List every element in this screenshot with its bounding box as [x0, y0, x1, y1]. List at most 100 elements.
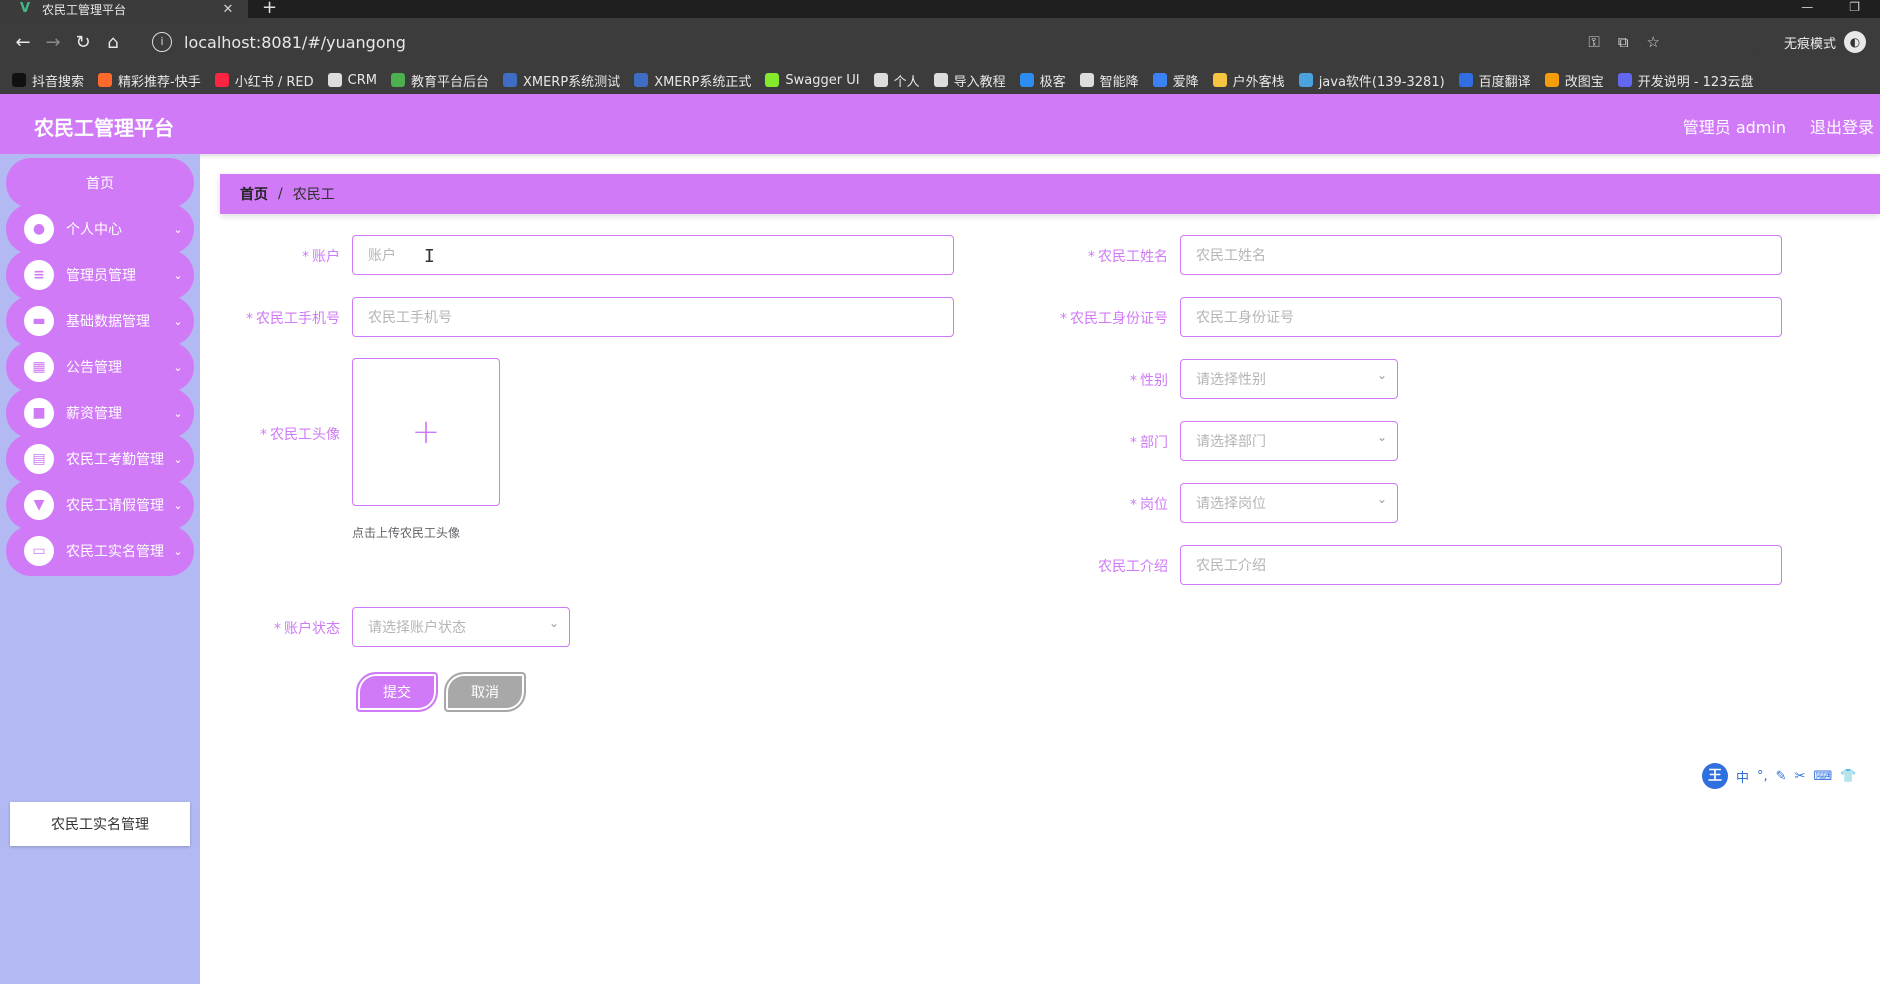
bookmark-item[interactable]: 极客	[1019, 71, 1066, 90]
bookmark-item[interactable]: 户外客栈	[1212, 71, 1285, 90]
sidebar-item-label: 管理员管理	[66, 268, 136, 284]
ime-tool-icon[interactable]: ✎	[1776, 769, 1787, 784]
bookmark-item[interactable]: Swagger UI	[765, 73, 860, 88]
sidebar-item-4[interactable]: ▦ 公告管理 ⌄	[6, 342, 194, 392]
bookmark-label: XMERP系统测试	[522, 74, 621, 90]
bookmark-label: 户外客栈	[1232, 74, 1285, 90]
sidebar-item-3[interactable]: ▬ 基础数据管理 ⌄	[6, 296, 194, 346]
bookmark-label: 个人	[893, 74, 920, 90]
bookmark-item[interactable]: 百度翻译	[1458, 71, 1531, 90]
bookmark-favicon-icon	[1617, 73, 1632, 87]
tab-close-icon[interactable]: ✕	[220, 2, 236, 17]
bookmark-label: 爱降	[1172, 74, 1199, 90]
incognito-indicator[interactable]: 无痕模式 ◐	[1784, 18, 1866, 66]
home-icon[interactable]: ⌂	[98, 32, 128, 53]
bookmark-favicon-icon	[1544, 73, 1559, 87]
chevron-down-icon: ⌄	[1377, 430, 1388, 444]
url-text[interactable]: localhost:8081/#/yuangong	[184, 33, 406, 52]
bookmark-item[interactable]: 导入教程	[933, 71, 1006, 90]
bookmark-item[interactable]: 教育平台后台	[390, 71, 489, 90]
cancel-button[interactable]: 取消	[444, 672, 526, 712]
bookmark-item[interactable]: 个人	[873, 71, 920, 90]
bookmark-item[interactable]: 精彩推荐-快手	[98, 71, 201, 90]
sidebar-item-8[interactable]: ▭ 农民工实名管理 ⌄	[6, 526, 194, 576]
sidebar-item-label: 农民工考勤管理	[66, 452, 164, 468]
logout-link[interactable]: 退出登录	[1810, 114, 1874, 138]
bookmark-label: java软件(139-3281)	[1318, 74, 1445, 90]
breadcrumb: 首页 / 农民工	[220, 174, 1880, 214]
bookmark-label: XMERP系统正式	[654, 74, 752, 90]
bookmark-favicon-icon	[1212, 73, 1227, 87]
phone-input[interactable]: 农民工手机号	[352, 297, 954, 337]
site-info-icon[interactable]: i	[152, 32, 172, 52]
sidebar-item-label: 基础数据管理	[66, 314, 150, 330]
ime-tool-icon[interactable]: 中	[1736, 767, 1749, 786]
back-icon[interactable]: ←	[8, 32, 38, 53]
bookmark-favicon-icon	[98, 73, 113, 87]
bookmark-item[interactable]: 开发说明 - 123云盘	[1617, 71, 1753, 90]
bookmark-item[interactable]: 爱降	[1152, 71, 1199, 90]
plus-icon: +	[411, 412, 441, 452]
vue-favicon-icon: V	[20, 1, 31, 16]
bookmark-label: 改图宝	[1564, 74, 1604, 90]
ime-tool-icon[interactable]: ⌨	[1813, 769, 1832, 784]
bookmark-item[interactable]: java软件(139-3281)	[1298, 71, 1445, 90]
bookmark-favicon-icon	[390, 73, 405, 87]
idcard-input[interactable]: 农民工身份证号	[1180, 297, 1782, 337]
ime-tool-icon[interactable]: °,	[1757, 769, 1768, 784]
star-icon[interactable]: ☆	[1647, 33, 1660, 51]
translate-icon[interactable]: ⧉	[1618, 33, 1629, 51]
sidebar: 首页 ● 个人中心 ⌄ ≡ 管理员管理 ⌄ ▬ 基础数据管理 ⌄ ▦ 公告管理 ⌄ ■ 薪资管理 ⌄ ▤ 农民工…	[0, 154, 200, 984]
name-input[interactable]: 农民工姓名	[1180, 235, 1782, 275]
browser-toolbar: ← → ↻ ⌂ i localhost:8081/#/yuangong ⚿ ⧉ …	[0, 18, 1880, 66]
intro-input[interactable]: 农民工介绍	[1180, 545, 1782, 585]
gender-select[interactable]: 请选择性别 ⌄	[1180, 359, 1398, 399]
sidebar-item-2[interactable]: ≡ 管理员管理 ⌄	[6, 250, 194, 300]
name-label: * 农民工姓名	[1088, 249, 1168, 265]
sidebar-item-6[interactable]: ▤ 农民工考勤管理 ⌄	[6, 434, 194, 484]
bookmark-item[interactable]: 改图宝	[1544, 71, 1604, 90]
bookmark-item[interactable]: 小红书 / RED	[214, 71, 314, 90]
breadcrumb-home[interactable]: 首页	[240, 184, 268, 204]
cup-icon: ▼	[24, 490, 54, 520]
browser-tabstrip: V 农民工管理平台 ✕ + — ❐	[0, 0, 1880, 18]
avatar-upload[interactable]: +	[352, 358, 500, 506]
position-select[interactable]: 请选择岗位 ⌄	[1180, 483, 1398, 523]
bookmark-item[interactable]: XMERP系统正式	[634, 71, 751, 90]
sidebar-item-7[interactable]: ▼ 农民工请假管理 ⌄	[6, 480, 194, 530]
incognito-label: 无痕模式	[1783, 36, 1836, 52]
ime-tool-icon[interactable]: ✂	[1795, 769, 1806, 784]
restore-icon[interactable]: ❐	[1849, 0, 1860, 18]
new-tab-button[interactable]: +	[262, 0, 277, 18]
address-bar[interactable]: i localhost:8081/#/yuangong ⚿ ⧉ ☆	[140, 25, 1760, 59]
bookmark-item[interactable]: CRM	[327, 73, 377, 88]
sidebar-item-5[interactable]: ■ 薪资管理 ⌄	[6, 388, 194, 438]
incognito-icon: ◐	[1844, 31, 1866, 53]
browser-tab[interactable]: V 农民工管理平台 ✕	[0, 0, 248, 18]
chevron-down-icon: ⌄	[173, 452, 183, 466]
breadcrumb-separator: /	[278, 186, 283, 202]
sidebar-item-1[interactable]: ● 个人中心 ⌄	[6, 204, 194, 254]
bookmark-item[interactable]: 智能降	[1079, 71, 1139, 90]
window-controls: — ❐	[1801, 0, 1860, 18]
status-select[interactable]: 请选择账户状态 ⌄	[352, 607, 570, 647]
ime-tool-icon[interactable]: 👕	[1840, 769, 1856, 784]
admin-label: 管理员 admin	[1682, 118, 1786, 137]
app-title: 农民工管理平台	[34, 116, 174, 140]
minimize-icon[interactable]: —	[1801, 0, 1813, 18]
monitor-icon: ▭	[24, 536, 54, 566]
bookmark-item[interactable]: XMERP系统测试	[502, 71, 621, 90]
bookmark-favicon-icon	[873, 73, 888, 87]
bookmark-label: 导入教程	[953, 74, 1006, 90]
sidebar-item-home[interactable]: 首页	[6, 158, 194, 208]
bookmark-item[interactable]: 抖音搜索	[12, 71, 84, 90]
submit-button[interactable]: 提交	[356, 672, 438, 712]
account-input[interactable]: 账户	[352, 235, 954, 275]
submenu-item-realname[interactable]: 农民工实名管理	[10, 802, 190, 846]
department-select[interactable]: 请选择部门 ⌄	[1180, 421, 1398, 461]
key-icon[interactable]: ⚿	[1588, 33, 1599, 51]
ime-logo-icon[interactable]: 王	[1702, 763, 1728, 789]
reload-icon[interactable]: ↻	[68, 32, 98, 53]
forward-icon[interactable]: →	[38, 32, 68, 53]
department-select-value: 请选择部门	[1196, 434, 1266, 450]
